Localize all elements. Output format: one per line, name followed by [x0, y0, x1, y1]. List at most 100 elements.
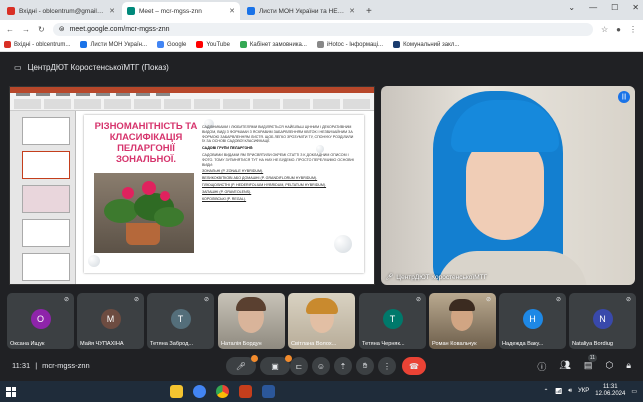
current-slide: РІЗНОМАНІТНІСТЬ ТА КЛАСИФІКАЦІЯ ПЕЛАРГОН… — [84, 115, 364, 273]
participant-tile[interactable]: ⊘ Роман Ковальчук — [429, 293, 496, 349]
raise-hand-button[interactable]: ✋︎ — [356, 357, 374, 375]
url-text: meet.google.com/mcr-mgss-znn — [69, 25, 170, 33]
browser-icon[interactable] — [193, 385, 206, 398]
browser-tab-letters[interactable]: Листи МОН України та НЕНЦ ✕ — [242, 2, 360, 20]
network-icon[interactable]: 📶︎ — [555, 388, 563, 395]
main-speaker-video[interactable]: ||| 🎤︎ ЦентрДЮТ КоростенськоїМТГ — [381, 86, 635, 285]
participant-tile[interactable]: ⊘ М Майя ЧУПАХІНА — [77, 293, 144, 349]
page-icon — [316, 41, 324, 48]
bookmark-item[interactable]: Google — [156, 41, 187, 48]
people-count-badge: 11 — [587, 354, 597, 362]
avatar: Т — [170, 309, 191, 329]
bookmark-label: YouTube — [206, 41, 230, 48]
back-icon[interactable]: ← — [6, 25, 14, 34]
reload-icon[interactable]: ↻ — [38, 25, 45, 34]
forward-icon[interactable]: → — [22, 25, 30, 34]
clock[interactable]: 11:31 12.06.2024 — [595, 384, 625, 398]
info-icon[interactable]: ⓘ — [537, 360, 546, 373]
page-icon — [80, 41, 88, 48]
ribbon-tools — [14, 99, 371, 109]
slide-thumbnail — [22, 253, 70, 281]
notifications-icon[interactable]: ▭ — [631, 388, 637, 395]
chrome-icon[interactable] — [216, 385, 229, 398]
close-tab-icon[interactable]: ✕ — [229, 7, 235, 15]
water-drop — [88, 255, 100, 267]
screen: Вхідні - oblcentrum@gmail.com ✕ Meet – m… — [0, 0, 643, 402]
lock-icon[interactable]: 🔒︎ — [626, 360, 631, 373]
menu-icon[interactable]: ⋮ — [629, 25, 637, 34]
participant-video-hair — [236, 297, 266, 311]
mic-off-icon: 🎤︎ — [385, 274, 394, 281]
participant-tile[interactable]: ⊘ Н Надежда Ваку... — [499, 293, 566, 349]
leave-call-button[interactable]: ☎︎ — [402, 357, 426, 375]
address-bar[interactable]: ⊜ meet.google.com/mcr-mgss-znn — [52, 22, 593, 36]
mic-off-icon: ⊘ — [415, 297, 421, 303]
meeting-time: 11:31 — [12, 361, 31, 370]
star-icon[interactable]: ☆ — [601, 25, 608, 34]
browser-tab-meet[interactable]: Meet – mcr-mgss-znn ✕ — [122, 2, 240, 20]
system-tray: ⌃ 📶︎ 🔊︎ УКР 11:31 12.06.2024 ▭ — [544, 384, 637, 398]
close-icon[interactable]: ✕ — [632, 3, 639, 12]
meeting-info: 11:31 | mcr-mgss-znn — [12, 361, 90, 370]
language-indicator[interactable]: УКР — [578, 388, 589, 394]
participant-tile[interactable]: Наталія Бордун — [218, 293, 285, 349]
gmail-icon — [7, 7, 15, 15]
taskbar-apps — [170, 385, 275, 398]
word-icon[interactable] — [262, 385, 275, 398]
bookmark-label: Комунальний закл... — [403, 41, 460, 48]
browser-tab-gmail[interactable]: Вхідні - oblcentrum@gmail.com ✕ — [2, 2, 120, 20]
activities-icon[interactable]: ⬡ — [605, 360, 613, 373]
chevron-down-icon[interactable]: ⌄ — [568, 3, 575, 12]
bookmark-item[interactable]: Листи МОН Україн... — [80, 41, 147, 48]
more-options-button[interactable]: ⋮ — [378, 357, 396, 375]
browser-toolbar: ← → ↻ ⊜ meet.google.com/mcr-mgss-znn ☆ ●… — [0, 20, 643, 38]
meet-icon — [127, 7, 135, 15]
volume-icon[interactable]: 🔊︎ — [568, 388, 572, 395]
window-controls: ⌄ — ☐ ✕ — [568, 3, 639, 12]
emoji-button[interactable]: ☺ — [312, 357, 330, 375]
windows-start-icon[interactable] — [6, 386, 16, 397]
avatar: О — [30, 309, 51, 329]
participant-video-hair — [306, 298, 338, 314]
page-icon — [247, 7, 255, 15]
profile-icon[interactable]: ● — [616, 25, 621, 34]
present-button[interactable]: ⇡ — [334, 357, 352, 375]
participant-tile[interactable]: ⊘ Т Тетяна Черняк... — [359, 293, 426, 349]
participant-name: Світлана Волох... — [291, 341, 337, 347]
participant-name: Тетяна Черняк... — [362, 341, 405, 347]
bookmark-item[interactable]: Комунальний закл... — [393, 41, 459, 48]
close-tab-icon[interactable]: ✕ — [349, 7, 355, 15]
powerpoint-icon[interactable] — [239, 385, 252, 398]
mic-off-icon: ⊘ — [555, 297, 561, 303]
meeting-controls-bar: 11:31 | mcr-mgss-znn 🎤︎ ▣ ⊏ ☺ ⇡ ✋︎ ⋮ ☎︎ … — [0, 352, 643, 380]
file-explorer-icon[interactable] — [170, 385, 183, 398]
captions-button[interactable]: ⊏ — [290, 357, 308, 375]
avatar: М — [100, 309, 121, 329]
bookmark-label: Google — [166, 41, 187, 48]
chevron-up-icon[interactable]: ⌃ — [544, 388, 549, 395]
participant-name: Майя ЧУПАХІНА — [80, 341, 124, 347]
participant-tile[interactable]: ⊘ О Оксана Ищук — [7, 293, 74, 349]
participant-tile[interactable]: ⊘ N Nataliya Bordiug — [569, 293, 636, 349]
new-tab-button[interactable]: + — [360, 6, 378, 20]
minimize-icon[interactable]: — — [589, 3, 597, 12]
bookmark-item[interactable]: Вхідні - oblcentrum... — [4, 41, 70, 48]
bookmark-item[interactable]: Кабінет замовника... — [239, 41, 307, 48]
bookmark-label: Кабінет замовника... — [249, 41, 307, 48]
presenter-title: ЦентрДЮТ КоростенськоїМТГ (Показ) — [27, 62, 169, 72]
tab-label: Листи МОН України та НЕНЦ — [259, 7, 346, 15]
slide-thumbnail — [22, 219, 70, 247]
bookmark-item[interactable]: iHotoc - Інформаці... — [316, 41, 383, 48]
camera-button[interactable]: ▣ — [260, 355, 292, 375]
participant-tile[interactable]: ⊘ Т Тетяна Заброд... — [147, 293, 214, 349]
mic-button[interactable]: 🎤︎ — [226, 355, 258, 375]
site-info-icon[interactable]: ⊜ — [59, 25, 65, 33]
participant-tile[interactable]: Світлана Волох... — [288, 293, 355, 349]
people-icon[interactable]: 👥︎ — [559, 360, 570, 373]
close-tab-icon[interactable]: ✕ — [109, 7, 115, 15]
geranium-photo — [94, 173, 194, 253]
clock-date: 12.06.2024 — [595, 391, 626, 397]
maximize-icon[interactable]: ☐ — [611, 3, 618, 12]
bookmark-item[interactable]: YouTube — [196, 41, 230, 48]
slide-thumbnail — [22, 151, 70, 179]
